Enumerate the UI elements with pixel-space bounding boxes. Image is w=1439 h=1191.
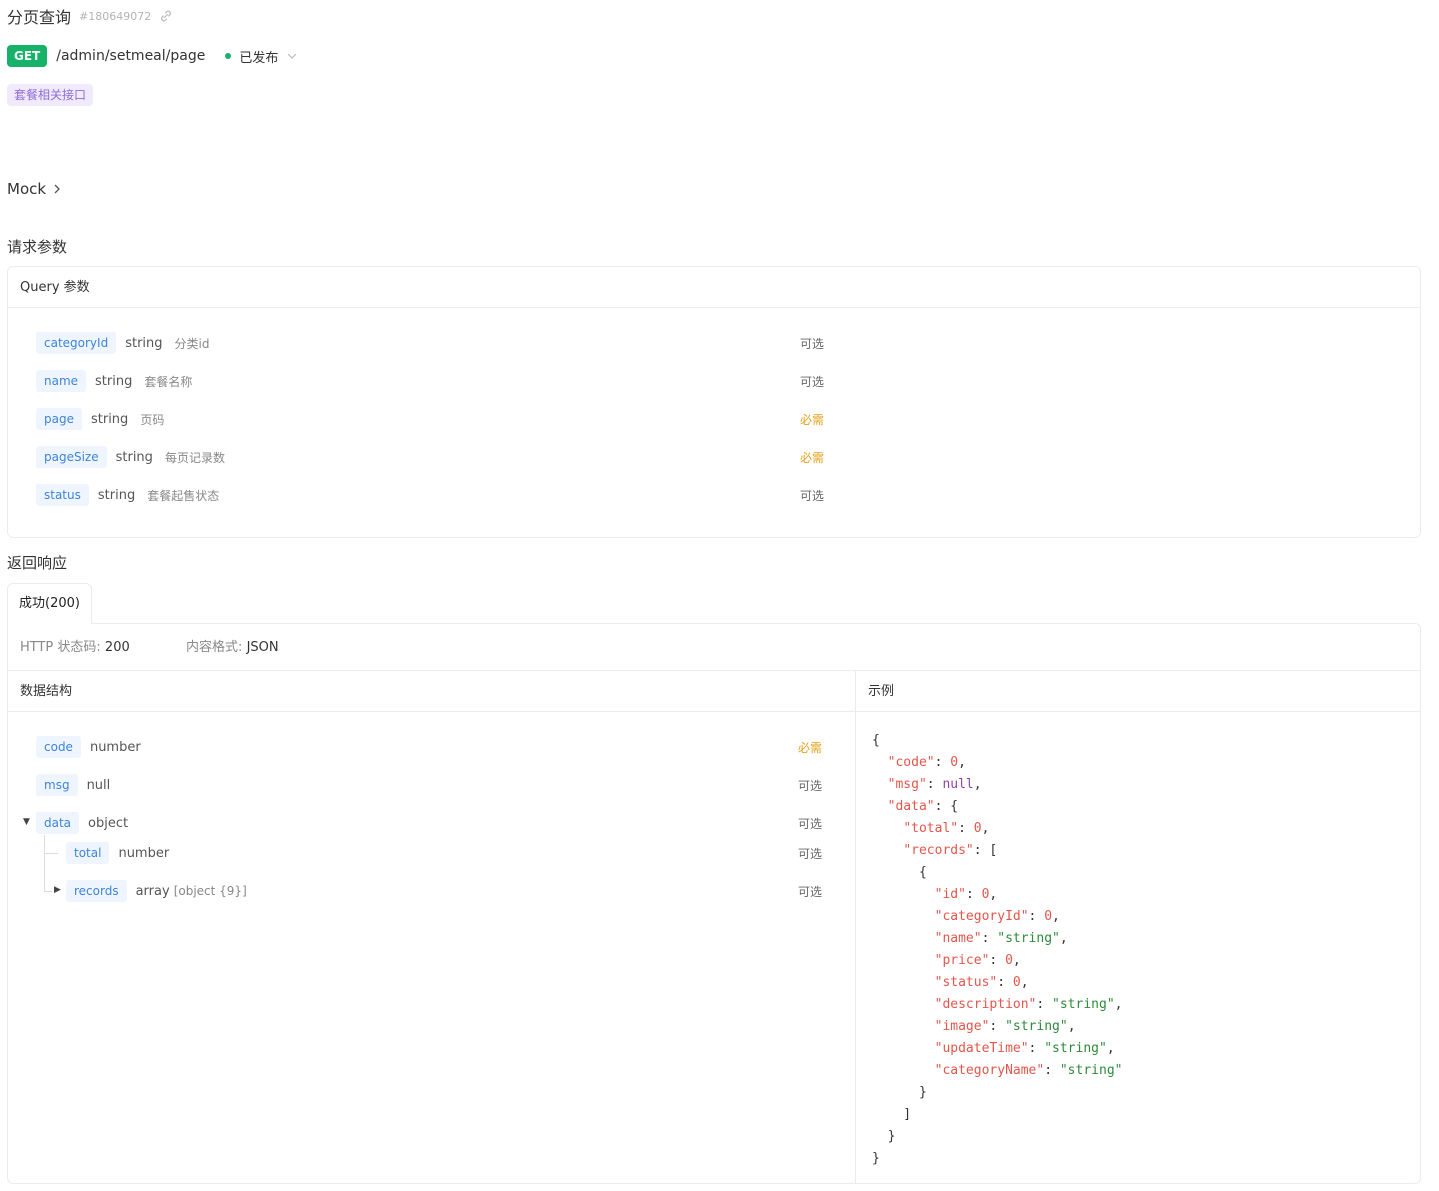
param-name[interactable]: page bbox=[36, 408, 82, 430]
api-path: /admin/setmeal/page bbox=[56, 48, 206, 64]
param-name[interactable]: categoryId bbox=[36, 332, 117, 354]
param-type: string bbox=[90, 411, 129, 427]
param-row: name string 套餐名称 可选 bbox=[36, 370, 836, 392]
response-meta: HTTP 状态码: 200 内容格式: JSON bbox=[8, 624, 1420, 671]
field-row: code number bbox=[36, 736, 141, 758]
tab-success-200[interactable]: 成功(200) bbox=[7, 583, 92, 624]
field-note: [object {9}] bbox=[173, 884, 247, 898]
chevron-down-icon[interactable] bbox=[286, 50, 298, 62]
mock-toggle[interactable]: Mock bbox=[7, 180, 62, 198]
content-format-value: JSON bbox=[246, 640, 279, 655]
expand-triangle-icon[interactable]: ▶ bbox=[54, 885, 61, 895]
schema-panel: 数据结构 code number 必需 msg null 可选 ▼ data o… bbox=[8, 671, 856, 1183]
field-type: number bbox=[89, 739, 141, 755]
link-icon[interactable] bbox=[159, 9, 173, 23]
param-type: string bbox=[115, 449, 153, 465]
field-row: data object bbox=[36, 812, 128, 834]
method-badge: GET bbox=[7, 45, 48, 67]
field-flag: 必需 bbox=[798, 741, 823, 755]
query-params-card: Query 参数 categoryId string 分类id 可选 name … bbox=[7, 266, 1421, 538]
field-name[interactable]: total bbox=[66, 842, 110, 864]
param-type: string bbox=[97, 487, 136, 503]
status-code-label: HTTP 状态码: bbox=[20, 640, 101, 655]
param-flag: 必需 bbox=[800, 412, 825, 427]
example-header: 示例 bbox=[856, 671, 1420, 712]
param-row: categoryId string 分类id 可选 bbox=[36, 332, 836, 354]
request-section-title: 请求参数 bbox=[7, 238, 68, 256]
field-row: records array [object {9}] bbox=[66, 880, 247, 902]
title-row: 分页查询 #180649072 bbox=[7, 5, 173, 27]
field-type: null bbox=[86, 777, 111, 793]
example-panel: 示例 { "code": 0, "msg": null, "data": { "… bbox=[856, 671, 1420, 1183]
status-dot-icon bbox=[225, 53, 232, 59]
field-row: total number bbox=[66, 842, 169, 864]
param-row: page string 页码 必需 bbox=[36, 408, 836, 430]
field-flag: 可选 bbox=[798, 847, 823, 861]
param-row: pageSize string 每页记录数 必需 bbox=[36, 446, 836, 468]
method-row: GET /admin/setmeal/page 已发布 bbox=[7, 45, 298, 67]
response-section-title: 返回响应 bbox=[7, 554, 68, 572]
query-params-header: Query 参数 bbox=[8, 267, 1420, 308]
field-flag: 可选 bbox=[798, 885, 823, 899]
status-code-value: 200 bbox=[104, 640, 130, 655]
field-flag: 可选 bbox=[798, 779, 823, 793]
chevron-right-icon bbox=[54, 184, 60, 194]
tree-connector bbox=[44, 835, 45, 891]
schema-header: 数据结构 bbox=[8, 671, 855, 712]
param-flag: 可选 bbox=[800, 374, 825, 389]
param-desc: 每页记录数 bbox=[164, 450, 225, 465]
page-title: 分页查询 bbox=[7, 8, 72, 27]
field-type: number bbox=[118, 845, 170, 861]
response-card: HTTP 状态码: 200 内容格式: JSON 数据结构 code numbe… bbox=[7, 623, 1421, 1184]
field-type: array bbox=[135, 883, 170, 899]
param-desc: 页码 bbox=[140, 412, 165, 427]
param-desc: 分类id bbox=[174, 336, 210, 351]
param-name[interactable]: status bbox=[36, 484, 89, 506]
field-type: object bbox=[88, 815, 129, 831]
param-flag: 可选 bbox=[800, 336, 825, 351]
param-row: status string 套餐起售状态 可选 bbox=[36, 484, 836, 506]
status-selector[interactable]: 已发布 bbox=[239, 47, 278, 66]
field-row: msg null bbox=[36, 774, 110, 796]
content-format-label: 内容格式: bbox=[186, 640, 243, 655]
param-name[interactable]: name bbox=[36, 370, 87, 392]
param-type: string bbox=[95, 373, 133, 389]
param-desc: 套餐名称 bbox=[144, 374, 193, 389]
mock-label: Mock bbox=[7, 180, 47, 198]
api-id: #180649072 bbox=[79, 9, 152, 23]
param-name[interactable]: pageSize bbox=[36, 446, 107, 468]
param-flag: 可选 bbox=[800, 488, 825, 503]
tree-connector bbox=[44, 891, 52, 892]
field-flag: 可选 bbox=[798, 817, 823, 831]
tag-badge[interactable]: 套餐相关接口 bbox=[7, 84, 94, 106]
tree-connector bbox=[44, 853, 58, 854]
collapse-triangle-icon[interactable]: ▼ bbox=[23, 817, 30, 827]
param-flag: 必需 bbox=[800, 450, 825, 465]
example-json-code: { "code": 0, "msg": null, "data": { "tot… bbox=[872, 733, 1123, 1166]
field-name[interactable]: code bbox=[36, 736, 81, 758]
param-type: string bbox=[125, 335, 163, 351]
param-desc: 套餐起售状态 bbox=[147, 488, 220, 503]
field-name[interactable]: records bbox=[66, 880, 127, 902]
field-name[interactable]: msg bbox=[36, 774, 78, 796]
field-name[interactable]: data bbox=[36, 812, 80, 834]
